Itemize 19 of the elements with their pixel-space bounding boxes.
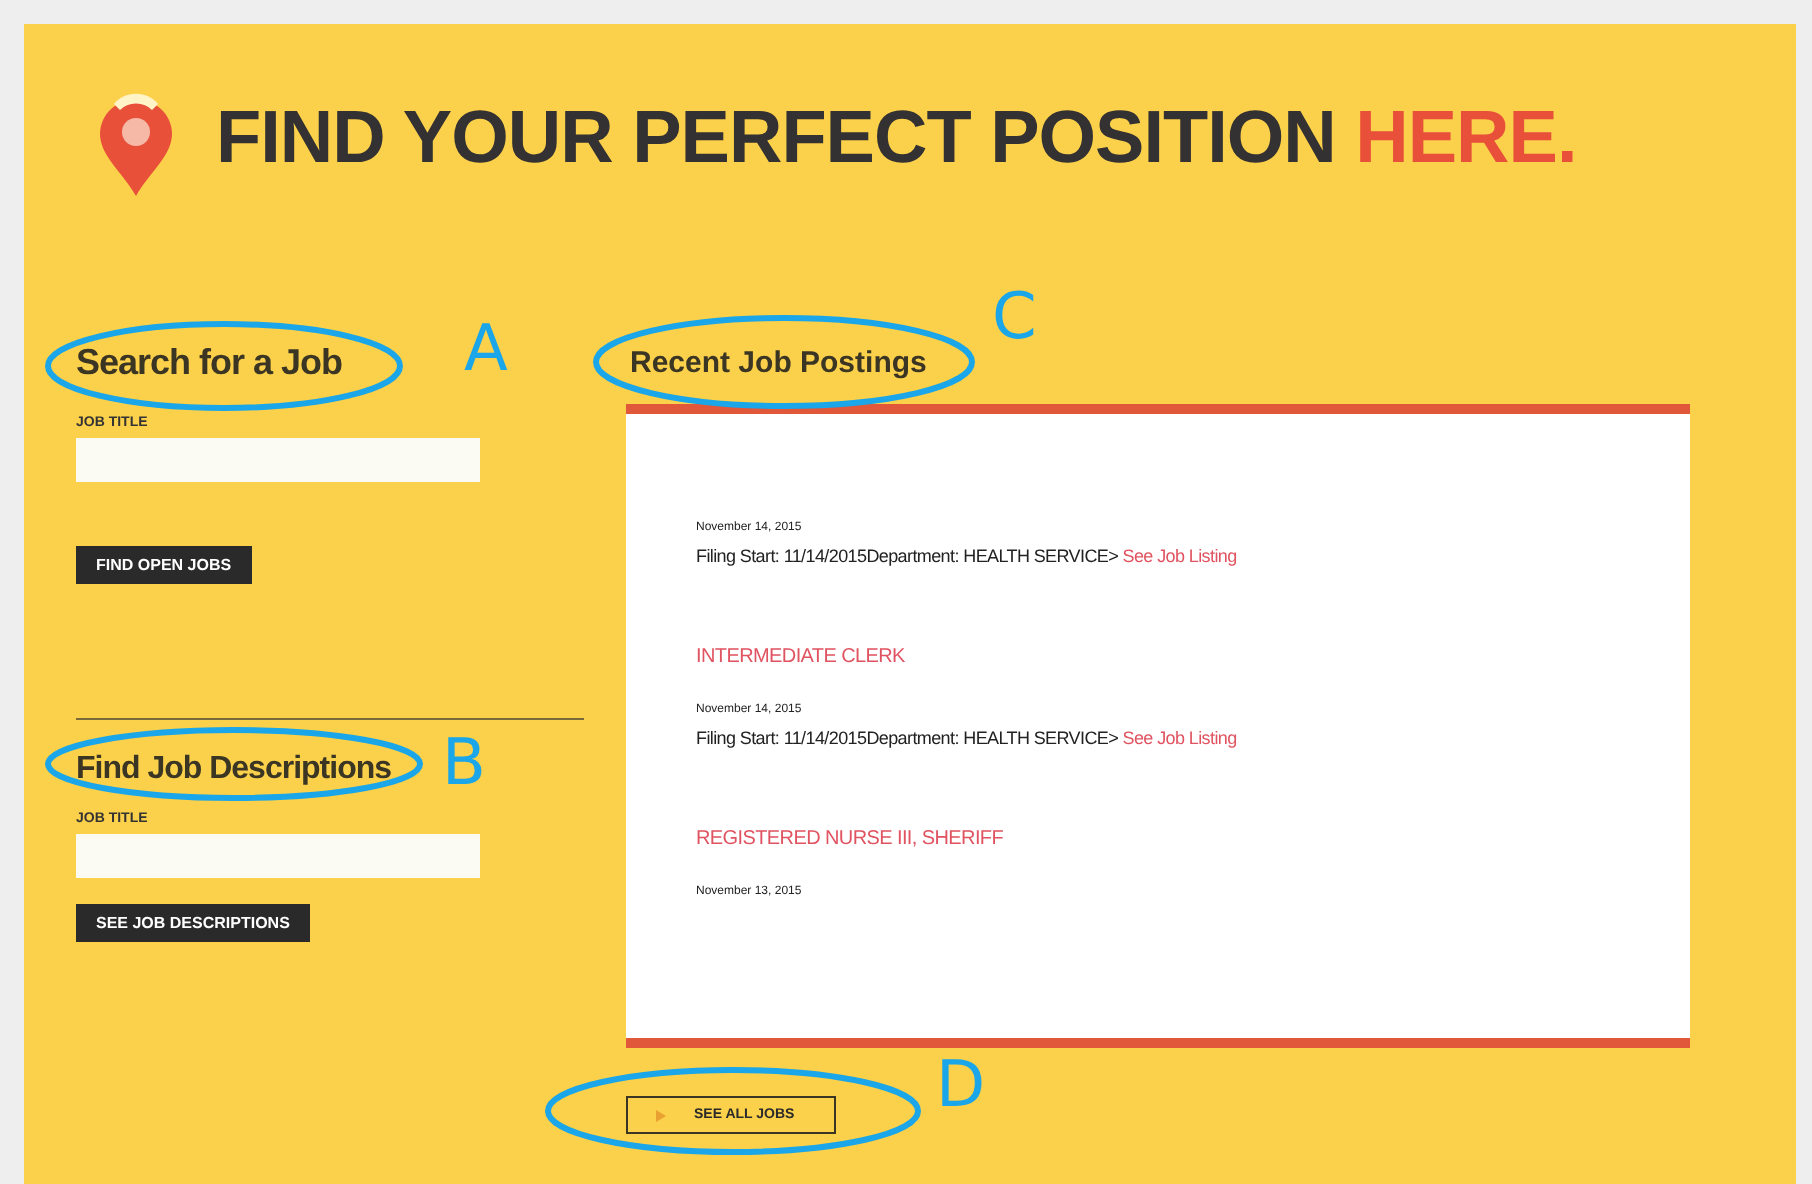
- section-heading: Search for a Job: [76, 342, 343, 384]
- job-title-field[interactable]: [76, 438, 480, 482]
- page-title: FIND YOUR PERFECT POSITION HERE.: [216, 96, 1577, 180]
- play-icon: [656, 1109, 666, 1121]
- posting-details: Filing Start: 11/14/2015Department: HEALTH SERVICE> See Job Listing: [696, 728, 1239, 748]
- annotation-letter: C: [992, 284, 1037, 348]
- job-listing-link[interactable]: See Job Listing: [1122, 546, 1237, 566]
- annotation-letter: B: [442, 730, 486, 794]
- posting-details: Filing Start: 11/14/2015Department: HEALTH SERVICE> See Job Listing: [696, 546, 1239, 566]
- job-title-field[interactable]: [76, 834, 480, 878]
- annotation-letter: D: [936, 1052, 986, 1116]
- find-open-jobs-button[interactable]: FIND OPEN JOBS: [76, 546, 252, 584]
- annotation-letter: A: [464, 316, 508, 380]
- job-title-link[interactable]: REGISTERED NURSE III, SHERIFF: [696, 828, 1690, 850]
- section-heading: Find Job Descriptions: [76, 752, 392, 788]
- see-job-descriptions-button[interactable]: SEE JOB DESCRIPTIONS: [76, 904, 310, 942]
- section-heading: Recent Job Postings: [630, 346, 927, 380]
- job-title-link[interactable]: INTERMEDIATE CLERK: [696, 646, 1690, 668]
- job-listing-link[interactable]: See Job Listing: [1122, 728, 1237, 748]
